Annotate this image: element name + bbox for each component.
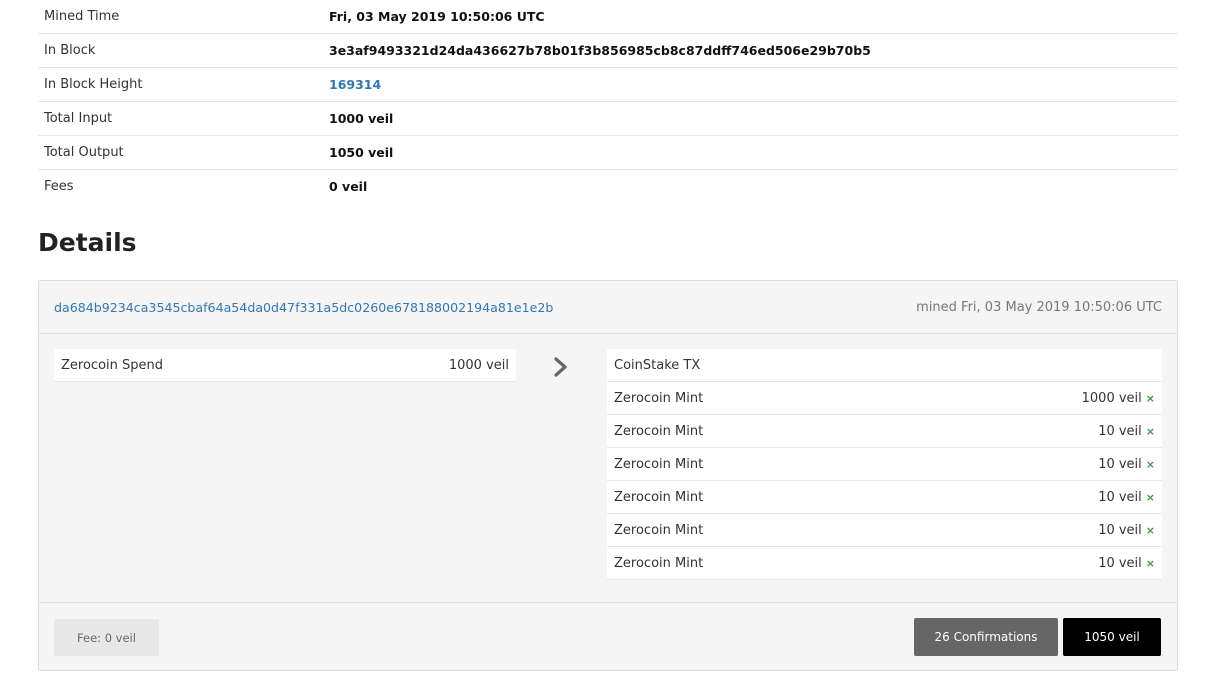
summary-value: 0 veil bbox=[329, 179, 368, 194]
input-amount: 1000 veil bbox=[448, 357, 509, 373]
output-label: Zerocoin Mint bbox=[614, 423, 704, 439]
input-label: Zerocoin Spend bbox=[61, 357, 163, 373]
close-icon: × bbox=[1145, 424, 1155, 438]
output-row: Zerocoin Mint 10 veil × bbox=[607, 481, 1162, 514]
transaction-summary-table: Mined Time Fri, 03 May 2019 10:50:06 UTC… bbox=[38, 0, 1178, 203]
output-row: Zerocoin Mint 10 veil × bbox=[607, 415, 1162, 448]
output-label: CoinStake TX bbox=[614, 357, 701, 373]
output-amount: 10 veil bbox=[1098, 489, 1142, 505]
summary-row-block-height: In Block Height 169314 bbox=[38, 68, 1178, 102]
close-icon: × bbox=[1145, 523, 1155, 537]
output-amount: 10 veil bbox=[1098, 555, 1142, 571]
summary-value: 1050 veil bbox=[329, 145, 394, 160]
summary-label: In Block Height bbox=[44, 77, 143, 92]
summary-label: Mined Time bbox=[44, 9, 120, 24]
summary-label: In Block bbox=[44, 43, 96, 58]
output-amount: 10 veil bbox=[1098, 423, 1142, 439]
summary-row-in-block: In Block 3e3af9493321d24da436627b78b01f3… bbox=[38, 34, 1178, 68]
close-icon: × bbox=[1145, 457, 1155, 471]
summary-label: Total Input bbox=[44, 111, 113, 126]
summary-row-fees: Fees 0 veil bbox=[38, 170, 1178, 203]
transaction-header: da684b9234ca3545cbaf64a54da0d47f331a5dc0… bbox=[39, 281, 1177, 334]
output-row: Zerocoin Mint 1000 veil × bbox=[607, 382, 1162, 415]
output-amount: 10 veil bbox=[1098, 522, 1142, 538]
summary-label: Fees bbox=[44, 179, 74, 194]
block-hash-value: 3e3af9493321d24da436627b78b01f3b856985cb… bbox=[329, 43, 871, 58]
summary-row-total-input: Total Input 1000 veil bbox=[38, 102, 1178, 136]
transaction-inputs: Zerocoin Spend 1000 veil bbox=[54, 349, 516, 382]
output-row: Zerocoin Mint 10 veil × bbox=[607, 448, 1162, 481]
chevron-right-icon bbox=[554, 357, 567, 377]
input-row: Zerocoin Spend 1000 veil bbox=[54, 349, 516, 382]
output-row: Zerocoin Mint 10 veil × bbox=[607, 547, 1162, 580]
transaction-outputs: CoinStake TX Zerocoin Mint 1000 veil × Z… bbox=[607, 349, 1162, 580]
confirmations-badge: 26 Confirmations bbox=[914, 618, 1058, 656]
output-label: Zerocoin Mint bbox=[614, 390, 704, 406]
total-amount-badge: 1050 veil bbox=[1063, 618, 1161, 656]
output-label: Zerocoin Mint bbox=[614, 456, 704, 472]
output-label: Zerocoin Mint bbox=[614, 489, 704, 505]
output-row: Zerocoin Mint 10 veil × bbox=[607, 514, 1162, 547]
output-row-coinstake: CoinStake TX bbox=[607, 349, 1162, 382]
close-icon: × bbox=[1145, 490, 1155, 504]
summary-label: Total Output bbox=[44, 145, 124, 160]
transaction-footer: Fee: 0 veil 26 Confirmations 1050 veil bbox=[39, 602, 1177, 670]
output-amount: 1000 veil bbox=[1081, 390, 1142, 406]
mined-time-text: mined Fri, 03 May 2019 10:50:06 UTC bbox=[916, 299, 1162, 315]
summary-row-mined-time: Mined Time Fri, 03 May 2019 10:50:06 UTC bbox=[38, 0, 1178, 34]
transaction-hash-link[interactable]: da684b9234ca3545cbaf64a54da0d47f331a5dc0… bbox=[54, 300, 553, 315]
summary-value: Fri, 03 May 2019 10:50:06 UTC bbox=[329, 9, 545, 24]
block-height-link[interactable]: 169314 bbox=[329, 77, 381, 92]
details-title: Details bbox=[38, 228, 137, 257]
output-label: Zerocoin Mint bbox=[614, 555, 704, 571]
summary-row-total-output: Total Output 1050 veil bbox=[38, 136, 1178, 170]
close-icon: × bbox=[1145, 391, 1155, 405]
fee-badge: Fee: 0 veil bbox=[54, 619, 159, 656]
output-amount: 10 veil bbox=[1098, 456, 1142, 472]
close-icon: × bbox=[1145, 556, 1155, 570]
output-label: Zerocoin Mint bbox=[614, 522, 704, 538]
summary-value: 1000 veil bbox=[329, 111, 394, 126]
transaction-details-panel: da684b9234ca3545cbaf64a54da0d47f331a5dc0… bbox=[38, 280, 1178, 671]
